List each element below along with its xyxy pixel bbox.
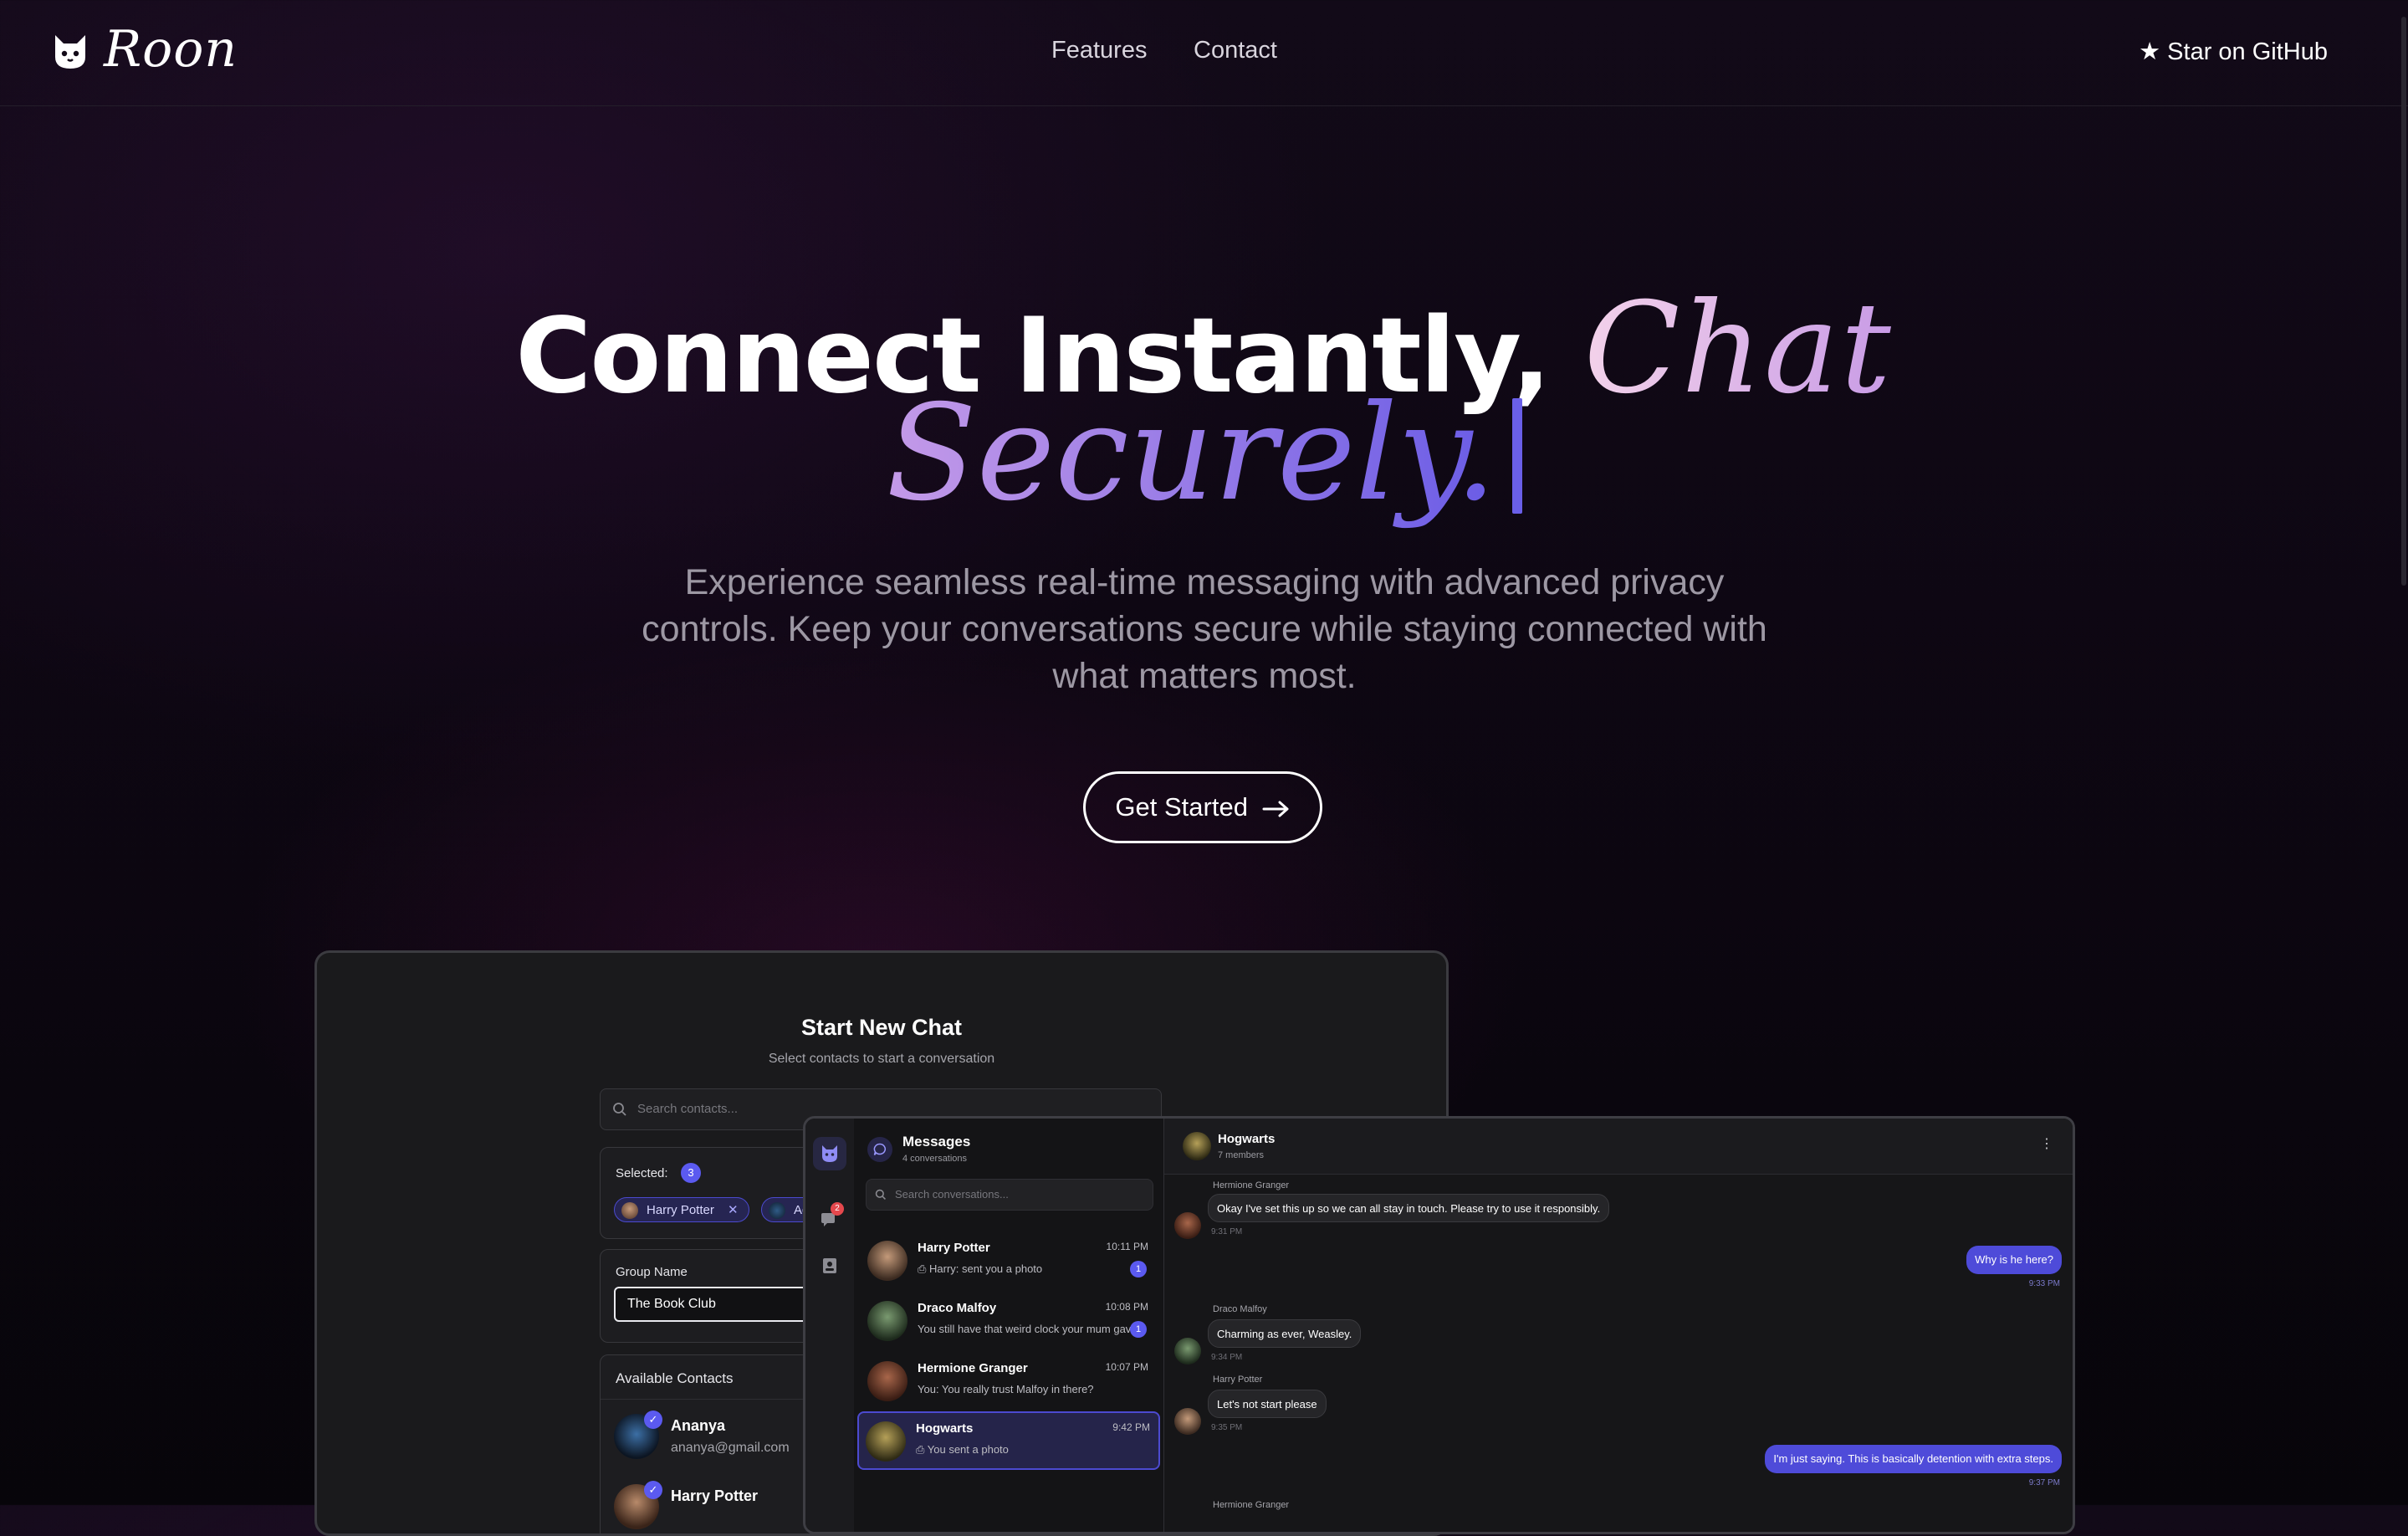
avatar <box>1174 1408 1201 1435</box>
typing-caret <box>1511 398 1522 514</box>
hero-title-securely: Securely. <box>886 376 1497 530</box>
remove-chip-icon[interactable]: ✕ <box>728 1203 739 1217</box>
chats-rail-button[interactable]: 2 <box>821 1202 844 1227</box>
search-icon <box>613 1103 626 1116</box>
star-github-button[interactable]: ★ Star on GitHub <box>2139 37 2328 66</box>
conversation-hermione-granger[interactable]: Hermione Granger You: You really trust M… <box>861 1353 1157 1408</box>
arrow-right-icon <box>1262 801 1289 817</box>
conversation-list: Messages 4 conversations Search conversa… <box>854 1119 1164 1532</box>
chat-title: Hogwarts <box>1218 1132 1276 1146</box>
contacts-search-placeholder: Search contacts... <box>637 1102 739 1116</box>
messages-title: Messages <box>902 1134 971 1149</box>
message-sender: Draco Malfoy <box>1213 1304 1267 1314</box>
avatar <box>621 1202 638 1219</box>
group-avatar[interactable] <box>1183 1132 1211 1160</box>
brand-name[interactable]: Roon <box>104 20 238 79</box>
conversation-harry-potter[interactable]: Harry Potter ⎙ Harry: sent you a photo 1… <box>861 1232 1157 1288</box>
conversation-time: 10:08 PM <box>1105 1301 1148 1313</box>
message-time: 9:35 PM <box>1211 1423 1243 1432</box>
conversations-count: 4 conversations <box>902 1154 968 1164</box>
side-rail: 2 <box>805 1119 855 1532</box>
contacts-rail-button[interactable] <box>822 1257 837 1278</box>
conversation-search-input[interactable]: Search conversations... <box>866 1179 1153 1211</box>
get-started-label: Get Started <box>1115 792 1248 822</box>
conversation-name: Hermione Granger <box>918 1361 1028 1375</box>
conversation-hogwarts[interactable]: Hogwarts ⎙ You sent a photo 9:42 PM <box>857 1411 1160 1470</box>
new-chat-title: Start New Chat <box>800 1015 963 1040</box>
chat-pane: Hogwarts 7 members ⋮ Hermione Granger Ok… <box>1164 1119 2073 1532</box>
conversation-time: 9:42 PM <box>1112 1421 1150 1433</box>
get-started-button[interactable]: Get Started <box>1083 771 1322 843</box>
search-icon <box>875 1189 886 1200</box>
contact-email: ananya@gmail.com <box>671 1441 790 1455</box>
conversation-preview: You still have that weird clock your mum… <box>918 1323 1138 1335</box>
message-bubble: Okay I've set this up so we can all stay… <box>1208 1194 1610 1222</box>
conversation-preview: ⎙ You sent a photo <box>916 1443 1009 1457</box>
chip-harry-potter[interactable]: Harry Potter ✕ <box>614 1197 749 1222</box>
selected-label: Selected: <box>616 1166 668 1180</box>
chat-bubble-icon <box>873 1143 887 1155</box>
conversation-search-placeholder: Search conversations... <box>895 1188 1009 1201</box>
conversation-preview: ⎙ Harry: sent you a photo <box>918 1262 1042 1276</box>
avatar <box>1174 1212 1201 1239</box>
message-sender: Harry Potter <box>1213 1375 1263 1385</box>
message-bubble: Charming as ever, Weasley. <box>1208 1319 1362 1348</box>
nav-link-features[interactable]: Features <box>1051 37 1147 64</box>
contact-name: Harry Potter <box>671 1487 759 1504</box>
conversation-name: Harry Potter <box>918 1241 990 1255</box>
avatar <box>867 1361 907 1401</box>
new-chat-subtitle: Select contacts to start a conversation <box>768 1052 995 1066</box>
conversation-draco-malfoy[interactable]: Draco Malfoy You still have that weird c… <box>861 1293 1157 1348</box>
group-name-label: Group Name <box>616 1265 688 1279</box>
nav-link-contact[interactable]: Contact <box>1194 37 1277 64</box>
selected-count-badge: 3 <box>681 1163 701 1183</box>
avatar <box>867 1241 907 1281</box>
preview-text: You sent a photo <box>927 1443 1009 1456</box>
cat-logo-icon[interactable] <box>50 32 90 72</box>
preview-text: Harry: sent you a photo <box>929 1262 1043 1275</box>
conversation-name: Draco Malfoy <box>918 1301 997 1315</box>
message-sender: Hermione Granger <box>1213 1500 1290 1510</box>
camera-icon: ⎙ <box>918 1262 930 1275</box>
message-bubble: I'm just saying. This is basically deten… <box>1765 1445 2062 1473</box>
unread-badge: 2 <box>831 1202 844 1216</box>
message-time: 9:34 PM <box>1211 1353 1243 1362</box>
avatar <box>866 1421 906 1462</box>
check-icon: ✓ <box>644 1411 662 1429</box>
cat-logo-icon <box>822 1145 837 1162</box>
unread-count-badge: 1 <box>1130 1261 1147 1277</box>
more-options-icon[interactable]: ⋮ <box>2040 1135 2053 1152</box>
hero-title-line-2: Securely. <box>0 376 2408 530</box>
camera-icon: ⎙ <box>916 1443 928 1456</box>
avatar <box>1174 1338 1201 1364</box>
message-time: 9:31 PM <box>1211 1227 1243 1236</box>
messages-app-panel: 2 Messages 4 conversations Search conver… <box>803 1116 2075 1534</box>
avatar <box>769 1202 785 1219</box>
conversation-time: 10:11 PM <box>1106 1241 1148 1252</box>
message-time: 9:33 PM <box>2028 1279 2060 1288</box>
available-contacts-label: Available Contacts <box>616 1370 734 1386</box>
chat-members: 7 members <box>1218 1150 1265 1160</box>
message-time: 9:37 PM <box>2028 1478 2060 1487</box>
message-bubble: Why is he here? <box>1966 1246 2062 1274</box>
conversation-name: Hogwarts <box>916 1421 974 1436</box>
messages-header-icon <box>867 1137 892 1162</box>
chat-header: Hogwarts 7 members ⋮ <box>1164 1119 2073 1175</box>
rail-logo-button[interactable] <box>813 1137 846 1170</box>
hero-subtitle: Experience seamless real-time messaging … <box>642 562 1767 696</box>
chip-label: Harry Potter <box>647 1203 714 1217</box>
avatar <box>867 1301 907 1341</box>
conversation-time: 10:07 PM <box>1105 1361 1148 1373</box>
unread-count-badge: 1 <box>1130 1321 1147 1338</box>
check-icon: ✓ <box>644 1481 662 1499</box>
message-bubble: Let's not start please <box>1208 1390 1327 1418</box>
message-sender: Hermione Granger <box>1213 1180 1290 1190</box>
top-nav: Roon Features Contact ★ Star on GitHub <box>0 0 2408 106</box>
contact-name: Ananya <box>671 1417 726 1434</box>
conversation-preview: You: You really trust Malfoy in there? <box>918 1383 1094 1395</box>
contact-book-icon <box>823 1258 836 1273</box>
